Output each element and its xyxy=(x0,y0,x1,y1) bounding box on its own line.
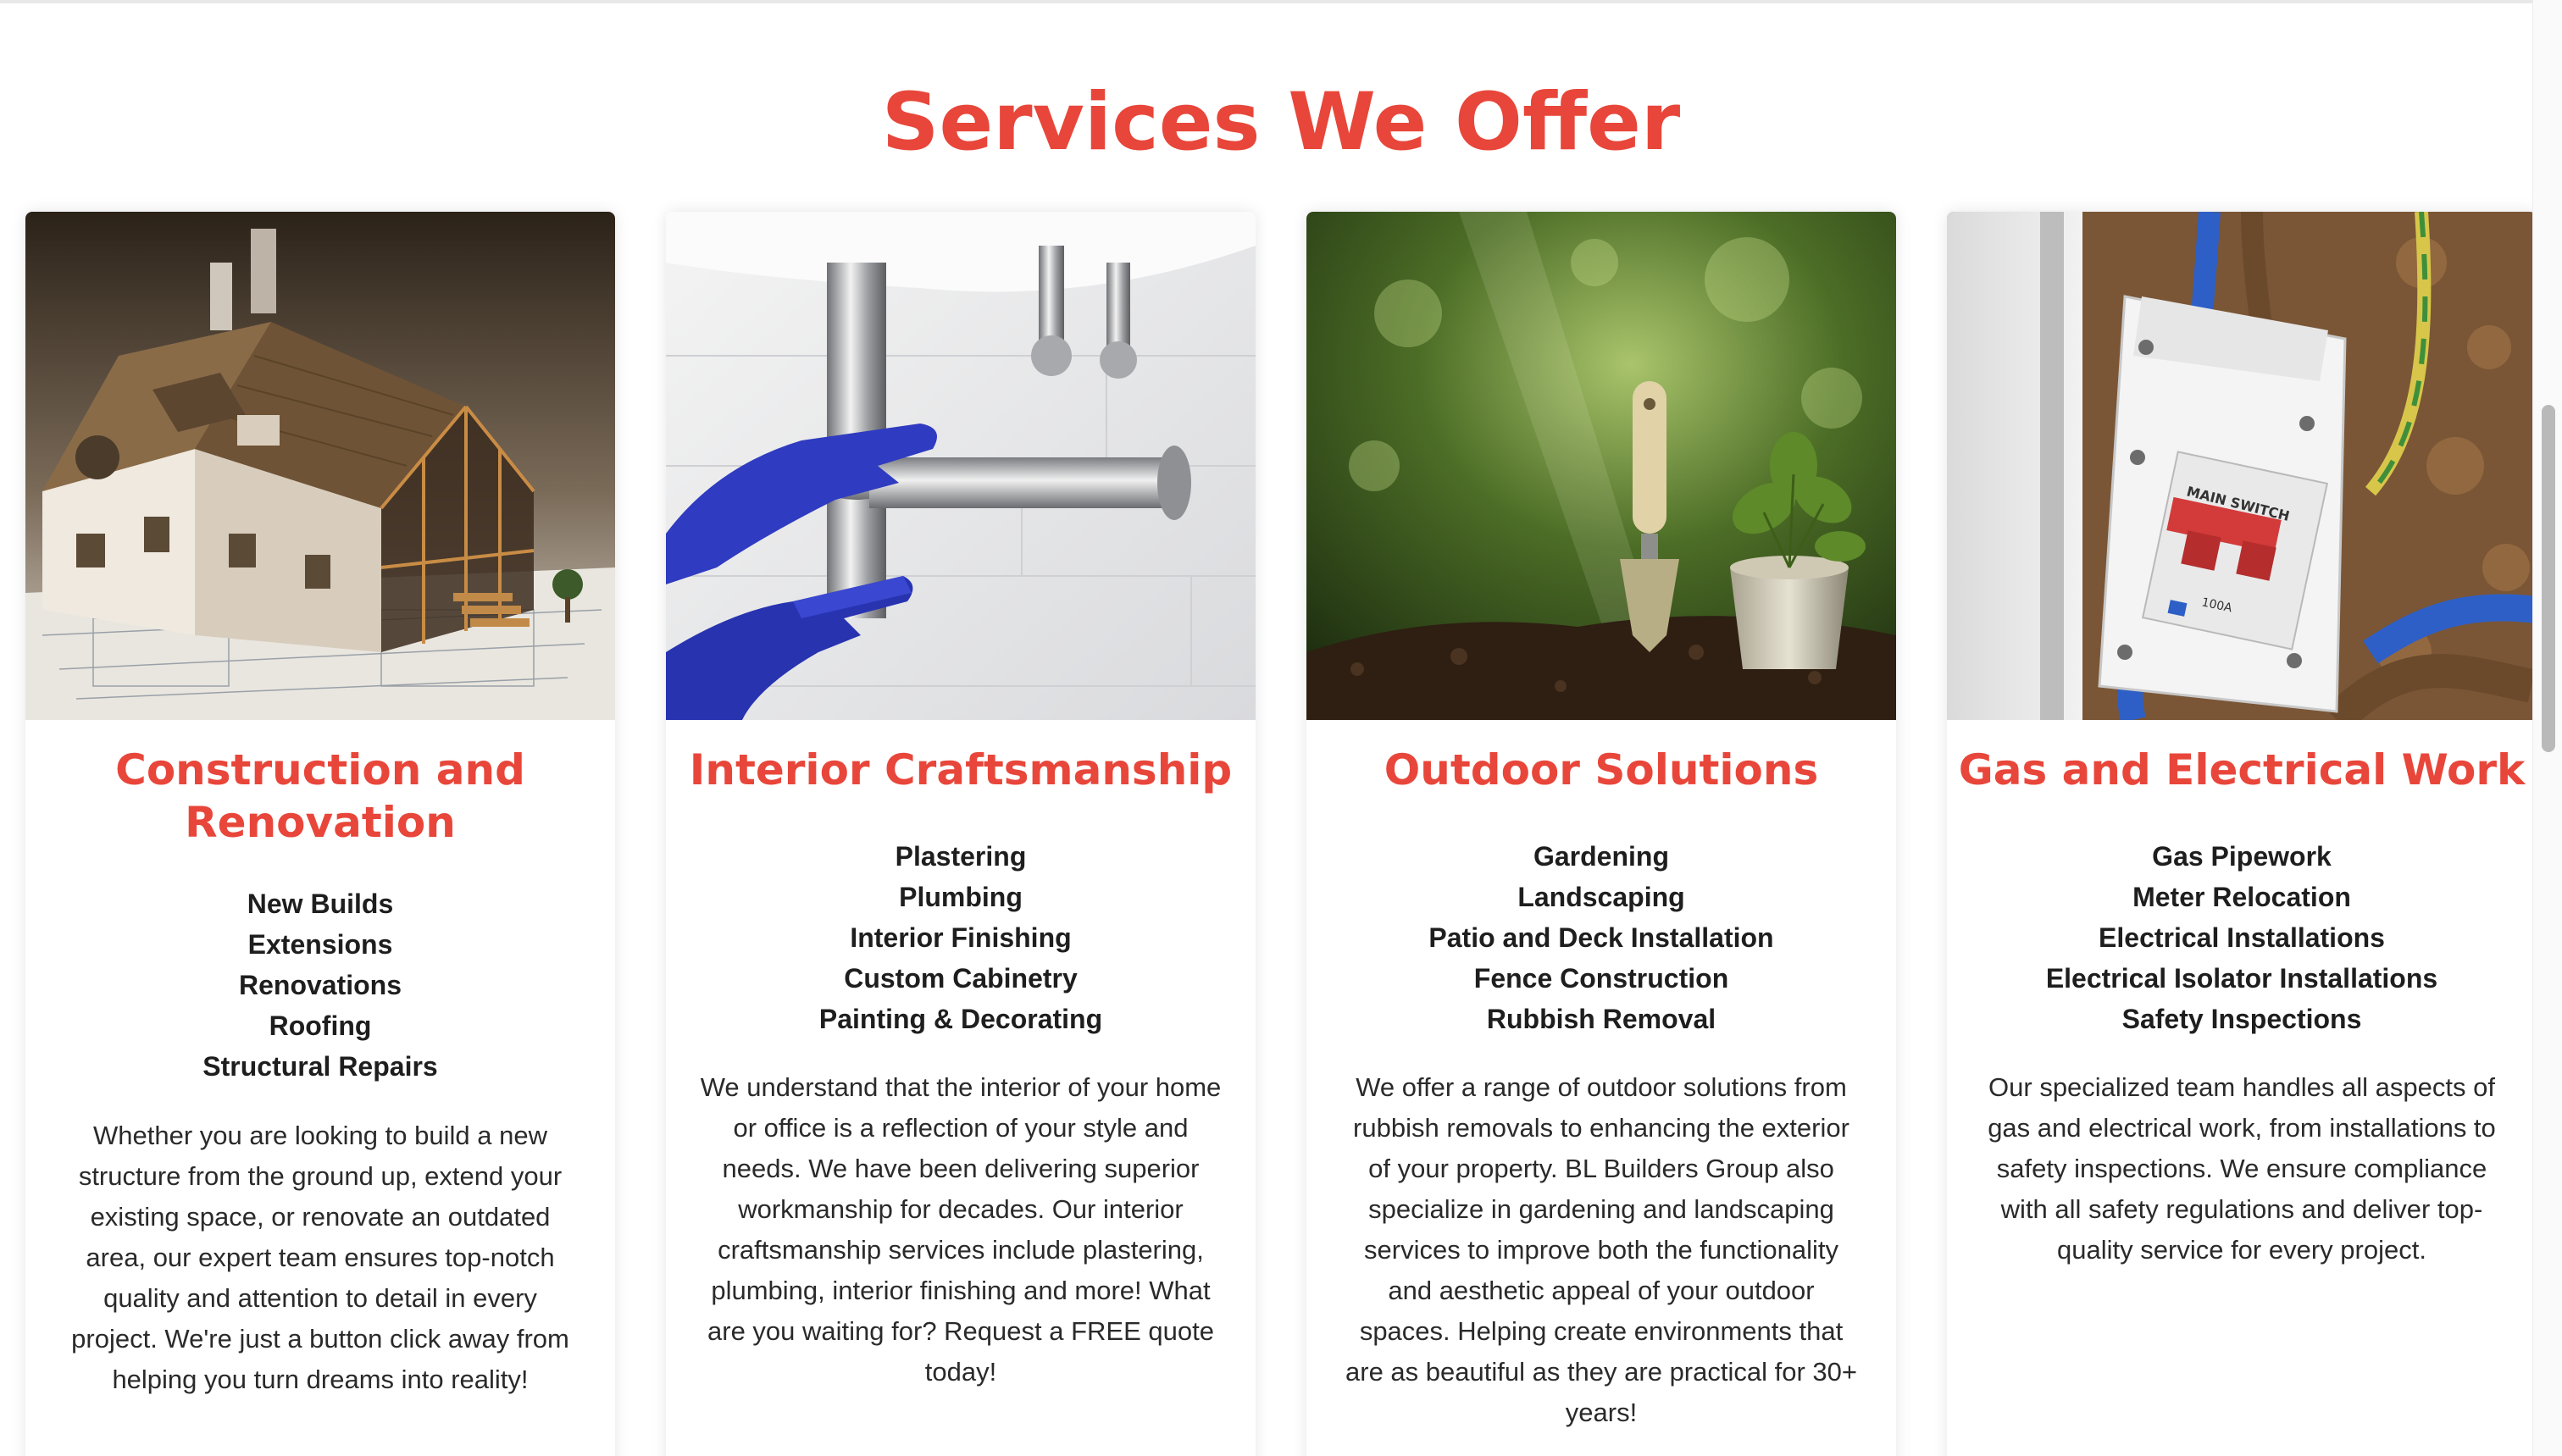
service-item: Gardening xyxy=(1533,841,1669,872)
card-description: Our specialized team handles all aspects… xyxy=(1988,1072,2496,1265)
card-title: Construction and Renovation xyxy=(115,745,525,847)
service-item: Roofing xyxy=(269,1010,372,1041)
service-item: Electrical Isolator Installations xyxy=(2045,963,2438,994)
service-item: Painting & Decorating xyxy=(818,1004,1103,1034)
card-description: Whether you are looking to build a new s… xyxy=(71,1121,569,1394)
service-item: New Builds xyxy=(247,889,394,919)
service-item: Safety Inspections xyxy=(2121,1004,2362,1034)
service-item: Renovations xyxy=(238,970,402,1000)
top-border xyxy=(0,0,2533,3)
service-list: Gas Pipework Meter Relocation Electrical… xyxy=(1947,836,2537,1039)
service-item: Rubbish Removal xyxy=(1486,1004,1716,1034)
card-title: Outdoor Solutions xyxy=(1384,745,1819,794)
service-item: Extensions xyxy=(247,929,393,960)
service-list: New Builds Extensions Renovations Roofin… xyxy=(25,883,615,1087)
service-list: Plastering Plumbing Interior Finishing C… xyxy=(666,836,1256,1039)
service-item: Gas Pipework xyxy=(2152,841,2332,872)
service-card-interior: Interior Craftsmanship Plastering Plumbi… xyxy=(666,212,1256,1456)
service-item: Custom Cabinetry xyxy=(844,963,1078,994)
service-item: Plumbing xyxy=(899,882,1023,912)
service-item: Interior Finishing xyxy=(850,922,1072,953)
page-title: Services We Offer xyxy=(881,75,1681,169)
main-switch-image: MAIN SWITCH 100A xyxy=(1947,212,2537,720)
house-construction-image xyxy=(25,212,615,720)
service-item: Landscaping xyxy=(1517,882,1685,912)
card-title: Interior Craftsmanship xyxy=(689,745,1233,794)
service-list: Gardening Landscaping Patio and Deck Ins… xyxy=(1306,836,1896,1039)
service-card-gas-electrical: MAIN SWITCH 100A Gas and Electrical Work… xyxy=(1947,212,2537,1456)
garden-trowel-image xyxy=(1306,212,1896,720)
service-item: Electrical Installations xyxy=(2099,922,2385,953)
services-grid: Construction and Renovation New Builds E… xyxy=(25,212,2537,1456)
service-item: Plastering xyxy=(895,841,1027,872)
card-description: We understand that the interior of your … xyxy=(700,1072,1222,1387)
service-item: Structural Repairs xyxy=(202,1051,438,1082)
service-card-construction: Construction and Renovation New Builds E… xyxy=(25,212,615,1456)
scrollbar-thumb[interactable] xyxy=(2542,405,2555,752)
vertical-scrollbar[interactable] xyxy=(2532,0,2562,1456)
service-item: Patio and Deck Installation xyxy=(1428,922,1774,953)
service-item: Fence Construction xyxy=(1473,963,1729,994)
plumbing-pipe-image xyxy=(666,212,1256,720)
service-item: Meter Relocation xyxy=(2132,882,2351,912)
card-title: Gas and Electrical Work xyxy=(1958,745,2526,794)
card-description: We offer a range of outdoor solutions fr… xyxy=(1345,1072,1857,1427)
service-card-outdoor: Outdoor Solutions Gardening Landscaping … xyxy=(1306,212,1896,1456)
